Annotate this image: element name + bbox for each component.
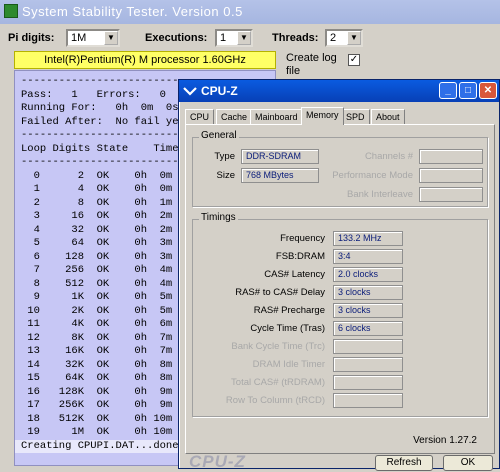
threads-select[interactable]: 2 ▼: [325, 29, 363, 47]
pi-digits-select[interactable]: 1M ▼: [66, 29, 120, 47]
chevron-down-icon[interactable]: ▼: [104, 31, 118, 45]
executions-value: 1: [220, 32, 227, 44]
general-group-title: General: [199, 130, 239, 141]
cpuz-app-icon: [183, 87, 197, 96]
tab-cache[interactable]: Cache: [216, 109, 253, 124]
timing-value: 3 clocks: [333, 303, 403, 318]
tab-memory[interactable]: Memory: [301, 107, 344, 125]
tester-title-bar[interactable]: System Stability Tester. Version 0.5: [0, 0, 500, 24]
executions-label: Executions:: [145, 32, 208, 44]
maximize-button[interactable]: □: [459, 82, 477, 99]
ok-button[interactable]: OK: [443, 455, 493, 471]
checkmark-icon: ✓: [349, 54, 359, 65]
timing-value: 3 clocks: [333, 285, 403, 300]
timing-label: Frequency: [280, 233, 325, 244]
app-icon: [4, 4, 18, 18]
tab-about[interactable]: About: [371, 109, 405, 124]
timing-label: FSB:DRAM: [275, 251, 325, 262]
executions-select[interactable]: 1 ▼: [215, 29, 253, 47]
timings-group-title: Timings: [199, 212, 238, 223]
threads-label: Threads:: [272, 32, 319, 44]
processor-name: Intel(R)Pentium(R) M processor 1.60GHz: [14, 51, 276, 69]
chevron-down-icon[interactable]: ▼: [237, 31, 251, 45]
threads-value: 2: [330, 32, 337, 44]
create-log-label: Create log file: [286, 52, 337, 77]
pi-digits-label: Pi digits:: [8, 32, 55, 44]
perf-mode-value: [419, 168, 483, 183]
type-label: Type: [214, 151, 235, 162]
create-log-checkbox[interactable]: ✓: [348, 54, 360, 66]
timing-label: Cycle Time (Tras): [250, 323, 325, 334]
timing-label: Bank Cycle Time (Trc): [231, 341, 325, 352]
timing-value: 3:4: [333, 249, 403, 264]
cpuz-title: CPU-Z: [201, 84, 238, 98]
size-label: Size: [216, 170, 235, 181]
bank-interleave-label: Bank Interleave: [346, 189, 413, 200]
timing-label: Row To Column (tRCD): [225, 395, 325, 406]
pi-digits-value: 1M: [71, 32, 87, 44]
minimize-button[interactable]: _: [439, 82, 457, 99]
tester-title: System Stability Tester. Version 0.5: [22, 4, 243, 19]
bank-interleave-value: [419, 187, 483, 202]
timing-label: CAS# Latency: [264, 269, 325, 280]
memory-tab-panel: General Type DDR-SDRAM Size 768 MBytes C…: [185, 124, 495, 454]
timing-label: Total CAS# (tRDRAM): [231, 377, 325, 388]
tab-spd[interactable]: SPD: [341, 109, 370, 124]
timing-value: [333, 375, 403, 390]
timing-value: 133.2 MHz: [333, 231, 403, 246]
timing-value: 6 clocks: [333, 321, 403, 336]
timing-label: RAS# Precharge: [253, 305, 325, 316]
chevron-down-icon[interactable]: ▼: [347, 31, 361, 45]
timing-value: 2.0 clocks: [333, 267, 403, 282]
timing-value: [333, 339, 403, 354]
timing-label: DRAM Idle Timer: [252, 359, 325, 370]
general-group: General Type DDR-SDRAM Size 768 MBytes C…: [192, 130, 488, 207]
timing-value: [333, 357, 403, 372]
type-value: DDR-SDRAM: [241, 149, 319, 164]
timing-value: [333, 393, 403, 408]
cpuz-window: CPU-Z _ □ ✕ CPU Cache Mainboard Memory S…: [178, 79, 500, 471]
version-label: Version 1.27.2: [413, 435, 477, 446]
tab-mainboard[interactable]: Mainboard: [250, 109, 303, 124]
channels-value: [419, 149, 483, 164]
refresh-button[interactable]: Refresh: [375, 455, 433, 471]
tab-cpu[interactable]: CPU: [185, 109, 215, 124]
cpuz-title-bar[interactable]: CPU-Z _ □ ✕: [179, 80, 499, 102]
close-button[interactable]: ✕: [479, 82, 497, 99]
cpuz-brand-logo: CPU-Z: [189, 452, 246, 471]
perf-mode-label: Performance Mode: [332, 170, 413, 181]
channels-label: Channels #: [364, 151, 413, 162]
timings-group: Timings Frequency 133.2 MHz FSB:DRAM 3:4 CAS…: [192, 212, 488, 417]
timing-label: RAS# to CAS# Delay: [235, 287, 325, 298]
